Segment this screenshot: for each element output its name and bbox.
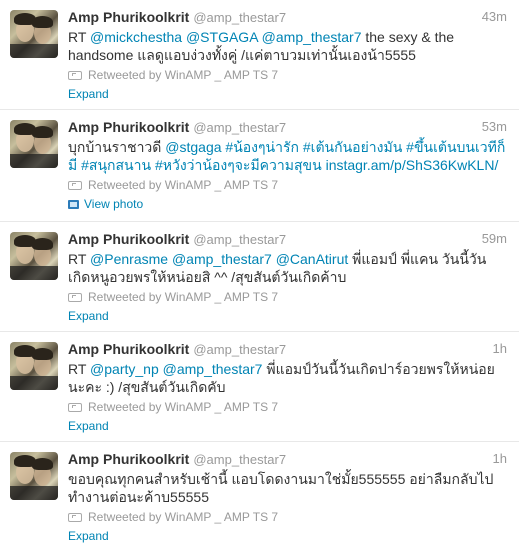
tweet-fullname[interactable]: Amp Phurikoolkrit <box>68 451 189 467</box>
retweeted-by: Retweeted by WinAMP _ AMP TS 7 <box>68 399 507 415</box>
tweet-screen-name[interactable]: @amp_thestar7 <box>193 232 286 247</box>
mention-link[interactable]: @party_np <box>90 361 159 377</box>
retweeted-by: Retweeted by WinAMP _ AMP TS 7 <box>68 289 507 305</box>
retweet-icon <box>68 71 82 80</box>
tweet-text-segment: RT <box>68 29 91 45</box>
retweet-icon <box>68 513 82 522</box>
tweet-screen-name[interactable]: @amp_thestar7 <box>193 342 286 357</box>
tweet-text-segment: ขอบคุณทุกคนสำหรับเช้านี้ แอบโดดงานมาใช่ม… <box>68 471 494 505</box>
expand-link[interactable]: Expand <box>68 86 507 102</box>
tweet-timestamp[interactable]: 43m <box>482 8 507 26</box>
tweet-text: RT @party_np @amp_thestar7 พี่แอมป์วันนี… <box>68 360 507 396</box>
hashtag-link[interactable]: #เต้นกันอย่างมัน <box>303 139 402 155</box>
tweet-fullname[interactable]: Amp Phurikoolkrit <box>68 231 189 247</box>
retweeted-by: Retweeted by WinAMP _ AMP TS 7 <box>68 509 507 525</box>
avatar[interactable] <box>10 452 58 500</box>
mention-link[interactable]: @amp_thestar7 <box>163 361 263 377</box>
tweet-text-segment: RT <box>68 251 91 267</box>
tweet[interactable]: Amp Phurikoolkrit @amp_thestar7 59m RT @P… <box>0 222 519 332</box>
avatar[interactable] <box>10 342 58 390</box>
tweet-text: ขอบคุณทุกคนสำหรับเช้านี้ แอบโดดงานมาใช่ม… <box>68 470 507 506</box>
hashtag-link[interactable]: #น้องๆน่ารัก <box>225 139 299 155</box>
tweet-timestamp[interactable]: 1h <box>493 340 507 358</box>
tweet-timestamp[interactable]: 53m <box>482 118 507 136</box>
tweet-screen-name[interactable]: @amp_thestar7 <box>193 120 286 135</box>
tweet[interactable]: Amp Phurikoolkrit @amp_thestar7 43m RT @m… <box>0 0 519 110</box>
expand-link[interactable]: Expand <box>68 418 507 434</box>
expand-link[interactable]: Expand <box>68 528 507 544</box>
mention-link[interactable]: @stgaga <box>165 139 221 155</box>
hashtag-link[interactable]: #สนุกสนาน <box>81 157 151 173</box>
mention-link[interactable]: @STGAGA <box>186 29 258 45</box>
photo-icon <box>68 200 79 209</box>
retweet-icon <box>68 293 82 302</box>
tweet-text: RT @Penrasme @amp_thestar7 @CanAtirut พี… <box>68 250 507 286</box>
retweet-icon <box>68 403 82 412</box>
mention-link[interactable]: @mickchestha <box>90 29 182 45</box>
tweet-fullname[interactable]: Amp Phurikoolkrit <box>68 119 189 135</box>
view-photo-link[interactable]: View photo <box>68 196 507 212</box>
expand-link[interactable]: Expand <box>68 308 507 324</box>
mention-link[interactable]: @CanAtirut <box>276 251 349 267</box>
tweet-fullname[interactable]: Amp Phurikoolkrit <box>68 341 189 357</box>
avatar[interactable] <box>10 120 58 168</box>
tweet-screen-name[interactable]: @amp_thestar7 <box>193 10 286 25</box>
tweet-timestamp[interactable]: 59m <box>482 230 507 248</box>
mention-link[interactable]: @Penrasme <box>90 251 168 267</box>
retweeted-by: Retweeted by WinAMP _ AMP TS 7 <box>68 67 507 83</box>
mention-link[interactable]: @amp_thestar7 <box>172 251 272 267</box>
tweet-text: RT @mickchestha @STGAGA @amp_thestar7 th… <box>68 28 507 64</box>
avatar[interactable] <box>10 232 58 280</box>
tweet-timeline: Amp Phurikoolkrit @amp_thestar7 43m RT @m… <box>0 0 519 552</box>
retweeted-by: Retweeted by WinAMP _ AMP TS 7 <box>68 177 507 193</box>
tweet[interactable]: Amp Phurikoolkrit @amp_thestar7 53m บุกบ้… <box>0 110 519 222</box>
tweet-fullname[interactable]: Amp Phurikoolkrit <box>68 9 189 25</box>
tweet[interactable]: Amp Phurikoolkrit @amp_thestar7 1h RT @pa… <box>0 332 519 442</box>
tweet-timestamp[interactable]: 1h <box>493 450 507 468</box>
tweet-text-segment: บุกบ้านราชาวดี <box>68 139 166 155</box>
tweet-text-segment: RT <box>68 361 91 377</box>
hashtag-link[interactable]: #หวังว่าน้องๆจะมีความสุขน <box>155 157 322 173</box>
tweet-text: บุกบ้านราชาวดี @stgaga #น้องๆน่ารัก #เต้… <box>68 138 507 174</box>
tweet-screen-name[interactable]: @amp_thestar7 <box>193 452 286 467</box>
mention-link[interactable]: @amp_thestar7 <box>262 29 362 45</box>
avatar[interactable] <box>10 10 58 58</box>
url-link[interactable]: instagr.am/p/ShS36KwKLN/ <box>326 157 499 173</box>
tweet[interactable]: Amp Phurikoolkrit @amp_thestar7 1h ขอบคุณ… <box>0 442 519 552</box>
retweet-icon <box>68 181 82 190</box>
